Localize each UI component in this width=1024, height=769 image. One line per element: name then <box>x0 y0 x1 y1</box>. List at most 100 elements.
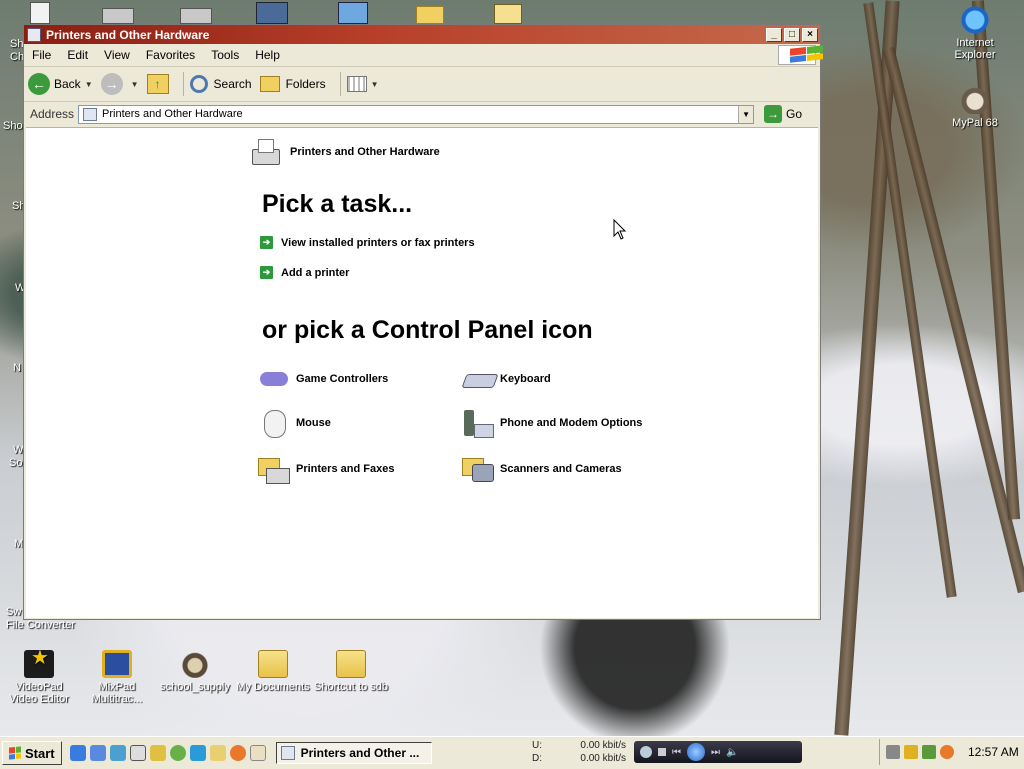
desktop-icon-mixpad[interactable]: MixPad Multitrac... <box>78 650 156 705</box>
clock[interactable]: 12:57 AM <box>968 745 1019 759</box>
chevron-down-icon[interactable]: ▼ <box>131 80 139 89</box>
cp-printers-faxes[interactable]: Printers and Faxes <box>258 454 394 484</box>
browser-icon[interactable] <box>89 745 106 761</box>
desktop-icon-label: Shortcut to sdb <box>314 681 388 693</box>
back-label: Back <box>54 77 81 91</box>
chevron-down-icon[interactable]: ▼ <box>85 80 93 89</box>
desktop-icon-school-supply[interactable]: school_supply <box>156 650 234 693</box>
desktop-edge-label[interactable]: N <box>13 362 21 374</box>
videopad-icon: ★ <box>24 648 54 678</box>
menu-edit[interactable]: Edit <box>59 48 96 62</box>
messenger-icon[interactable] <box>189 745 206 761</box>
address-bar: Address Printers and Other Hardware ▼ → … <box>24 102 820 126</box>
my-documents-icon <box>258 650 288 678</box>
windows-logo-icon <box>9 746 21 760</box>
volume-icon[interactable]: 🔈 <box>726 747 738 758</box>
task-view-printers[interactable]: ➔ View installed printers or fax printer… <box>260 236 475 249</box>
scheduler-icon[interactable] <box>494 4 522 24</box>
desktop-icon-my-documents[interactable]: My Documents <box>234 650 312 693</box>
image-icon[interactable] <box>256 2 288 24</box>
stop-icon[interactable] <box>658 748 666 756</box>
desktop-edge-label[interactable]: Sw <box>6 606 21 618</box>
folders-button[interactable]: Folders <box>259 76 326 92</box>
search-icon <box>189 75 208 93</box>
firefox-icon[interactable] <box>229 745 246 761</box>
mouse-icon <box>258 408 290 438</box>
forward-button[interactable]: → ▼ <box>100 73 139 95</box>
cp-phone-modem[interactable]: Phone and Modem Options <box>462 408 642 438</box>
chevron-down-icon[interactable]: ▼ <box>371 80 379 89</box>
folder-icon[interactable] <box>416 6 444 24</box>
menu-view[interactable]: View <box>96 48 138 62</box>
internet-explorer-icon <box>960 6 990 34</box>
close-button[interactable]: × <box>802 27 818 42</box>
media-player-toolbar: ⏮ ⏭ 🔈 <box>634 741 802 763</box>
search-tray-icon[interactable] <box>940 745 954 759</box>
folder-icon[interactable] <box>149 745 166 761</box>
app-icon[interactable] <box>338 2 368 24</box>
minimize-button[interactable]: _ <box>766 27 782 42</box>
maximize-button[interactable]: □ <box>784 27 800 42</box>
mail-icon[interactable] <box>249 745 266 761</box>
quick-launch <box>69 745 266 761</box>
go-label: Go <box>786 107 803 121</box>
previous-icon[interactable]: ⏮ <box>672 747 681 758</box>
task-label: Add a printer <box>281 266 350 279</box>
back-button[interactable]: ← Back ▼ <box>28 73 93 95</box>
desktop-edge-label[interactable]: M <box>14 538 23 550</box>
desktop-icon-shortcut-sdb[interactable]: Shortcut to sdb <box>312 650 390 693</box>
desktop-edge-label[interactable]: Ch <box>10 51 24 63</box>
desktop-edge-label[interactable]: W <box>13 444 23 456</box>
player-logo-icon[interactable] <box>640 746 652 758</box>
mypal-icon <box>960 86 990 114</box>
folder-icon <box>336 650 366 678</box>
address-dropdown-button[interactable]: ▼ <box>738 105 754 123</box>
up-button[interactable]: ↑ <box>146 74 169 94</box>
menu-file[interactable]: File <box>24 48 59 62</box>
search-button[interactable]: Search <box>189 75 252 93</box>
start-button[interactable]: Start <box>2 741 62 765</box>
drive-icon[interactable] <box>102 8 134 24</box>
play-icon[interactable] <box>687 743 705 761</box>
go-button[interactable]: → Go <box>764 105 802 123</box>
cp-label: Keyboard <box>500 373 551 385</box>
views-button[interactable]: ▼ <box>346 76 379 92</box>
task-add-printer[interactable]: ➔ Add a printer <box>260 266 349 279</box>
desktop-edge-label[interactable]: Sho <box>3 120 23 132</box>
control-panel-heading: or pick a Control Panel icon <box>262 316 593 344</box>
drive-icon[interactable] <box>180 8 212 24</box>
title-bar[interactable]: Printers and Other Hardware _ □ × <box>24 25 820 44</box>
security-shield-icon[interactable] <box>904 745 918 759</box>
category-title: Printers and Other Hardware <box>290 146 440 158</box>
desktop-edge-label[interactable]: File Converter <box>6 619 75 631</box>
desktop-icon-internet-explorer[interactable]: Internet Explorer <box>936 6 1014 61</box>
taskbar-task-printers[interactable]: Printers and Other ... <box>275 742 432 764</box>
cp-label: Scanners and Cameras <box>500 463 622 475</box>
desktop-icon-mypal[interactable]: MyPal 68 <box>936 86 1014 129</box>
menu-favorites[interactable]: Favorites <box>138 48 203 62</box>
cp-mouse[interactable]: Mouse <box>258 408 331 438</box>
chrome-icon[interactable] <box>169 745 186 761</box>
desktop-edge-label[interactable]: So <box>9 457 22 469</box>
menu-help[interactable]: Help <box>247 48 288 62</box>
ie-icon[interactable] <box>69 745 86 761</box>
network-icon[interactable] <box>109 745 126 761</box>
cp-game-controllers[interactable]: Game Controllers <box>258 364 388 394</box>
menu-tools[interactable]: Tools <box>203 48 247 62</box>
desktop-icon-label: Internet Explorer <box>954 37 996 61</box>
cp-keyboard[interactable]: Keyboard <box>461 364 551 394</box>
next-icon[interactable]: ⏭ <box>711 747 720 758</box>
network-tray-icon[interactable] <box>922 745 936 759</box>
mouse-cursor-icon <box>613 219 627 240</box>
desktop-icon-videopad[interactable]: ★ VideoPad Video Editor <box>0 648 78 705</box>
desktop-icon[interactable] <box>129 745 146 761</box>
printers-faxes-icon <box>258 454 290 484</box>
calculator-icon[interactable] <box>886 745 900 759</box>
desktop-edge-label[interactable]: Sh <box>10 38 23 50</box>
cp-scanners-cameras[interactable]: Scanners and Cameras <box>462 454 622 484</box>
printer-hardware-icon <box>248 137 282 167</box>
calendar-icon[interactable] <box>209 745 226 761</box>
window-icon[interactable] <box>27 27 41 42</box>
document-icon[interactable] <box>30 2 50 24</box>
address-input[interactable]: Printers and Other Hardware ▼ <box>78 104 755 124</box>
